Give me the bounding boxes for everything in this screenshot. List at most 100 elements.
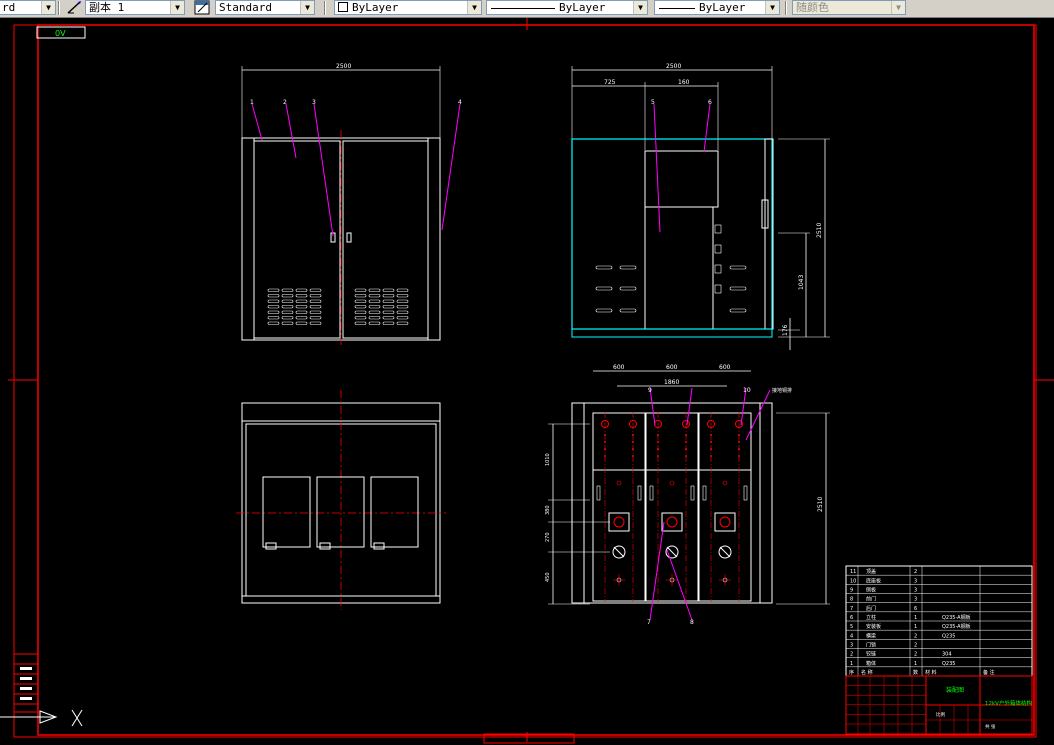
table-cell-no: 7 [850,606,853,612]
plan-view [236,390,446,610]
table-cell-no: 9 [850,588,853,594]
bay-handle [702,485,707,501]
table-cell-no: 6 [850,615,853,621]
chevron-down-icon[interactable]: ▼ [891,1,905,14]
table-cell-name: 铰链 [866,651,876,658]
table-cell-name: 底座板 [866,577,881,584]
louver-slot [368,305,381,309]
terminal-dot [604,455,606,457]
toolbar-separator [58,1,60,15]
table-cell-spec: Q235 [942,661,955,667]
terminal-dot [632,441,634,443]
leader-label: 1 [250,99,254,106]
table-header-cell: 备 注 [983,669,995,676]
operating-hole-icon [669,480,675,486]
table-style-value: Standard [219,1,272,14]
chevron-down-icon[interactable]: ▼ [765,1,779,14]
table-cell-qty: 3 [914,588,917,594]
linetype-combo[interactable]: ByLayer ▼ [486,0,648,15]
lineweight-value: ByLayer [699,1,746,14]
dimension-style-icon[interactable] [66,0,82,15]
table-cell-no: 2 [850,652,853,658]
title-scale-label: 比例 [936,711,945,718]
title-company: 装配图 [946,686,964,694]
layer-color-combo[interactable]: ByLayer ▼ [334,0,482,15]
louver-slot [267,321,280,325]
panel-left-dim: 380 [545,505,551,515]
side-height-dim: 2510 [816,223,823,238]
color-swatch-icon [338,2,348,12]
louver-slot [309,305,322,309]
properties-toolbar: rd ▼ 副本 1 ▼ Standard ▼ ByLayer ▼ ByLayer… [0,0,1054,18]
title-sheet: 共 张 [985,723,996,730]
terminal-block [714,264,722,274]
table-style-combo[interactable]: Standard ▼ [215,0,315,15]
louver-slot [267,299,280,303]
chevron-down-icon[interactable]: ▼ [467,1,481,14]
table-cell-no: 10 [850,578,856,584]
louver-slot [309,321,322,325]
louver-slot [368,288,381,292]
panel-bay-1 [592,412,646,602]
earth-switch-bar [613,546,625,558]
terminal-dot [632,455,634,457]
parts-table: 11 顶盖 210 底座板 39 侧板 38 前门 37 后门 66 立柱 1 Q235-A钢板5 安装板 1… [845,565,1033,677]
louver-slot [295,310,308,314]
louver-slot [354,316,367,320]
front-left-post [241,137,255,341]
vent-slot [619,286,637,291]
louver-slot [396,321,409,325]
lineweight-combo[interactable]: ByLayer ▼ [654,0,780,15]
louver-slot [382,321,395,325]
terminal-dot [657,455,659,457]
terminal-dot [710,434,712,436]
dim-style-combo[interactable]: 副本 1 ▼ [85,0,185,15]
table-cell-no: 1 [850,661,853,667]
frame-label: 0V [55,29,66,38]
inner-frame [37,24,1035,736]
vent-slot [619,308,637,313]
bay-handle [743,485,748,501]
table-style-icon[interactable] [194,0,210,15]
louver-slot [382,299,395,303]
table-cell-no: 4 [850,633,853,639]
table-cell-qty: 2 [914,569,917,575]
chevron-down-icon[interactable]: ▼ [300,1,314,14]
louver-slot [396,299,409,303]
chevron-down-icon[interactable]: ▼ [170,1,184,14]
louver-slot [382,310,395,314]
terminal-block [714,284,722,294]
louver-slot [368,299,381,303]
chevron-down-icon[interactable]: ▼ [633,1,647,14]
panel-left-dim: 270 [545,532,551,542]
side-width-dim: 2500 [666,63,681,70]
table-header-cell: 名 称 [861,669,873,676]
louver-slot [267,310,280,314]
table-header-cell: 材 料 [925,669,937,676]
table-header-cell: 序 [849,669,854,676]
table-cell-spec: Q235 [942,633,955,639]
table-cell-spec: Q235-A钢板 [942,614,971,621]
louver-slot [382,305,395,309]
text-style-combo[interactable]: rd ▼ [0,0,56,15]
leader-label: 10 [743,387,751,394]
leader-line [441,103,461,231]
chevron-down-icon[interactable]: ▼ [41,1,55,14]
louver-slot [295,299,308,303]
terminal-dot [710,448,712,450]
parts-table-rows: 11 顶盖 210 底座板 39 侧板 38 前门 37 后门 66 立柱 1 Q235-A钢板5 安装板 1… [845,566,1033,676]
front-door-handle [346,232,352,243]
plot-style-combo[interactable]: 随颜色 ▼ [792,0,906,15]
table-header-cell: 数 [913,669,918,676]
louver-slot [368,316,381,320]
drawing-canvas[interactable]: 0V 2500 1 2 3 4 2500 725 160 2510 1043 1… [0,17,1054,745]
front-width-dim: 2500 [336,63,351,70]
table-cell-name: 后门 [866,605,876,612]
panel-top-dim: 600 [666,364,678,371]
vent-slot [729,265,747,270]
side-right-dim: 1043 [798,275,805,290]
layer-color-value: ByLayer [352,1,399,14]
louver-slot [295,316,308,320]
louver-slot [368,294,381,298]
revision-strip-text [20,697,32,700]
